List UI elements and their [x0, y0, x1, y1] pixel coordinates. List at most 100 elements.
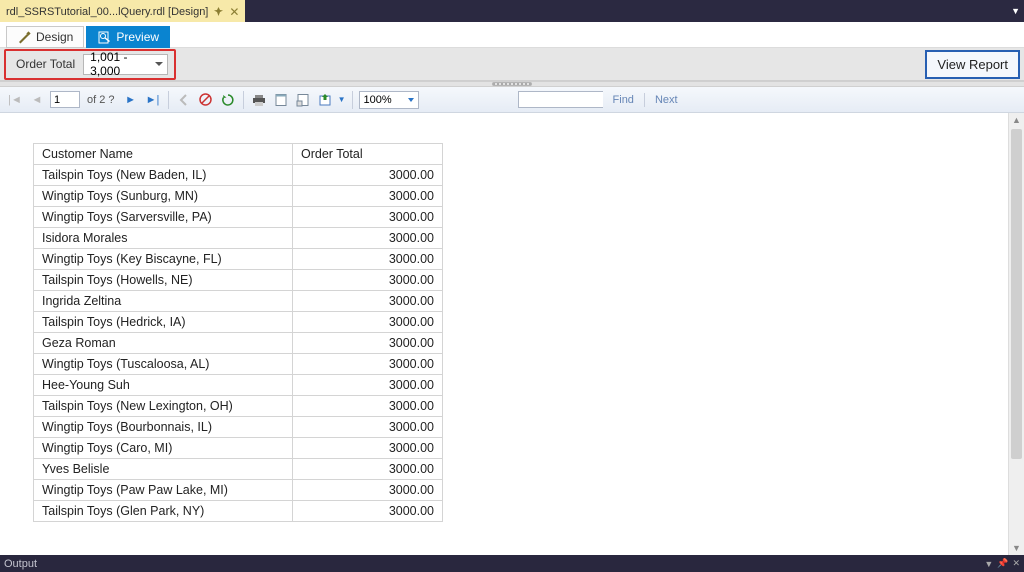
scroll-up-icon[interactable]: ▲ [1009, 113, 1024, 127]
cell-customer-name: Wingtip Toys (Caro, MI) [34, 438, 293, 459]
cell-order-total: 3000.00 [293, 438, 443, 459]
chevron-down-icon [155, 62, 163, 66]
order-total-select[interactable]: 1,001 - 3,000 [83, 54, 168, 75]
pin-icon[interactable] [214, 7, 223, 16]
vertical-scrollbar[interactable]: ▲ ▼ [1008, 113, 1024, 555]
cell-customer-name: Wingtip Toys (Bourbonnais, IL) [34, 417, 293, 438]
back-button[interactable] [175, 91, 193, 109]
table-row: Wingtip Toys (Sarversville, PA)3000.00 [34, 207, 443, 228]
cell-order-total: 3000.00 [293, 270, 443, 291]
separator [644, 93, 645, 107]
table-row: Wingtip Toys (Paw Paw Lake, MI)3000.00 [34, 480, 443, 501]
table-row: Wingtip Toys (Tuscaloosa, AL)3000.00 [34, 354, 443, 375]
export-menu-button[interactable]: ▼ [338, 91, 346, 109]
print-layout-button[interactable] [272, 91, 290, 109]
scroll-down-icon[interactable]: ▼ [1009, 541, 1024, 555]
refresh-button[interactable] [219, 91, 237, 109]
cell-order-total: 3000.00 [293, 186, 443, 207]
cell-customer-name: Ingrida Zeltina [34, 291, 293, 312]
cell-order-total: 3000.00 [293, 291, 443, 312]
output-window-header[interactable]: Output ▼ 📌 ✕ [0, 555, 1024, 572]
column-header-total: Order Total [293, 144, 443, 165]
print-button[interactable] [250, 91, 268, 109]
zoom-value: 100% [364, 94, 392, 106]
grip-icon [492, 82, 532, 86]
report-table: Customer Name Order Total Tailspin Toys … [33, 143, 443, 522]
stop-button[interactable] [197, 91, 215, 109]
document-tab-well: rdl_SSRSTutorial_00...lQuery.rdl [Design… [0, 0, 245, 22]
cell-customer-name: Wingtip Toys (Tuscaloosa, AL) [34, 354, 293, 375]
table-row: Tailspin Toys (Glen Park, NY)3000.00 [34, 501, 443, 522]
cell-order-total: 3000.00 [293, 228, 443, 249]
tab-preview[interactable]: Preview [86, 26, 170, 48]
zoom-select[interactable]: 100% [359, 91, 419, 109]
last-page-button[interactable]: ►| [144, 91, 162, 109]
cell-customer-name: Tailspin Toys (Hedrick, IA) [34, 312, 293, 333]
cell-order-total: 3000.00 [293, 375, 443, 396]
report-viewport: Customer Name Order Total Tailspin Toys … [0, 113, 1024, 555]
cell-order-total: 3000.00 [293, 417, 443, 438]
table-row: Hee-Young Suh3000.00 [34, 375, 443, 396]
pin-icon[interactable]: 📌 [997, 558, 1008, 569]
cell-customer-name: Wingtip Toys (Paw Paw Lake, MI) [34, 480, 293, 501]
scroll-thumb[interactable] [1011, 129, 1022, 459]
cell-customer-name: Wingtip Toys (Key Biscayne, FL) [34, 249, 293, 270]
cell-customer-name: Wingtip Toys (Sarversville, PA) [34, 207, 293, 228]
page-setup-button[interactable] [294, 91, 312, 109]
report-surface[interactable]: Customer Name Order Total Tailspin Toys … [0, 113, 1024, 522]
find-button[interactable]: Find [607, 94, 640, 106]
prev-page-button[interactable]: ◄ [28, 91, 46, 109]
find-input[interactable] [518, 91, 603, 108]
table-row: Tailspin Toys (Hedrick, IA)3000.00 [34, 312, 443, 333]
find-next-button[interactable]: Next [649, 94, 684, 106]
tab-design[interactable]: Design [6, 26, 84, 48]
export-button[interactable] [316, 91, 334, 109]
order-total-parameter: Order Total 1,001 - 3,000 [4, 49, 176, 80]
cell-customer-name: Tailspin Toys (Glen Park, NY) [34, 501, 293, 522]
cell-order-total: 3000.00 [293, 354, 443, 375]
table-row: Wingtip Toys (Bourbonnais, IL)3000.00 [34, 417, 443, 438]
cell-order-total: 3000.00 [293, 249, 443, 270]
tab-preview-label: Preview [116, 30, 159, 44]
cell-customer-name: Tailspin Toys (Howells, NE) [34, 270, 293, 291]
page-of-label: of 2 ? [87, 94, 115, 106]
table-row: Geza Roman3000.00 [34, 333, 443, 354]
table-row: Yves Belisle3000.00 [34, 459, 443, 480]
document-tab[interactable]: rdl_SSRSTutorial_00...lQuery.rdl [Design… [0, 0, 245, 22]
titlebar: rdl_SSRSTutorial_00...lQuery.rdl [Design… [0, 0, 1024, 22]
table-row: Wingtip Toys (Sunburg, MN)3000.00 [34, 186, 443, 207]
view-report-button[interactable]: View Report [925, 50, 1020, 79]
close-icon[interactable]: ✕ [1012, 558, 1020, 569]
cell-order-total: 3000.00 [293, 207, 443, 228]
cell-order-total: 3000.00 [293, 333, 443, 354]
view-tabs: Design Preview [0, 22, 1024, 48]
cell-customer-name: Tailspin Toys (New Lexington, OH) [34, 396, 293, 417]
separator [243, 91, 244, 109]
first-page-button[interactable]: |◄ [6, 91, 24, 109]
cell-order-total: 3000.00 [293, 165, 443, 186]
cell-customer-name: Geza Roman [34, 333, 293, 354]
window-menu-icon[interactable]: ▼ [984, 559, 993, 569]
separator [168, 91, 169, 109]
cell-order-total: 3000.00 [293, 459, 443, 480]
cell-order-total: 3000.00 [293, 480, 443, 501]
table-row: Isidora Morales3000.00 [34, 228, 443, 249]
cell-customer-name: Wingtip Toys (Sunburg, MN) [34, 186, 293, 207]
table-row: Tailspin Toys (New Baden, IL)3000.00 [34, 165, 443, 186]
close-icon[interactable]: ✕ [229, 5, 239, 19]
table-row: Tailspin Toys (New Lexington, OH)3000.00 [34, 396, 443, 417]
table-row: Wingtip Toys (Key Biscayne, FL)3000.00 [34, 249, 443, 270]
titlebar-right: ▼ [1011, 0, 1024, 22]
next-page-button[interactable]: ► [122, 91, 140, 109]
chevron-down-icon[interactable]: ▼ [1011, 6, 1020, 16]
tab-design-label: Design [36, 30, 73, 44]
cell-customer-name: Tailspin Toys (New Baden, IL) [34, 165, 293, 186]
table-row: Tailspin Toys (Howells, NE)3000.00 [34, 270, 443, 291]
cell-order-total: 3000.00 [293, 501, 443, 522]
table-row: Ingrida Zeltina3000.00 [34, 291, 443, 312]
cell-order-total: 3000.00 [293, 312, 443, 333]
column-header-name: Customer Name [34, 144, 293, 165]
design-icon [17, 30, 31, 44]
chevron-down-icon [408, 98, 414, 102]
page-number-input[interactable] [50, 91, 80, 108]
